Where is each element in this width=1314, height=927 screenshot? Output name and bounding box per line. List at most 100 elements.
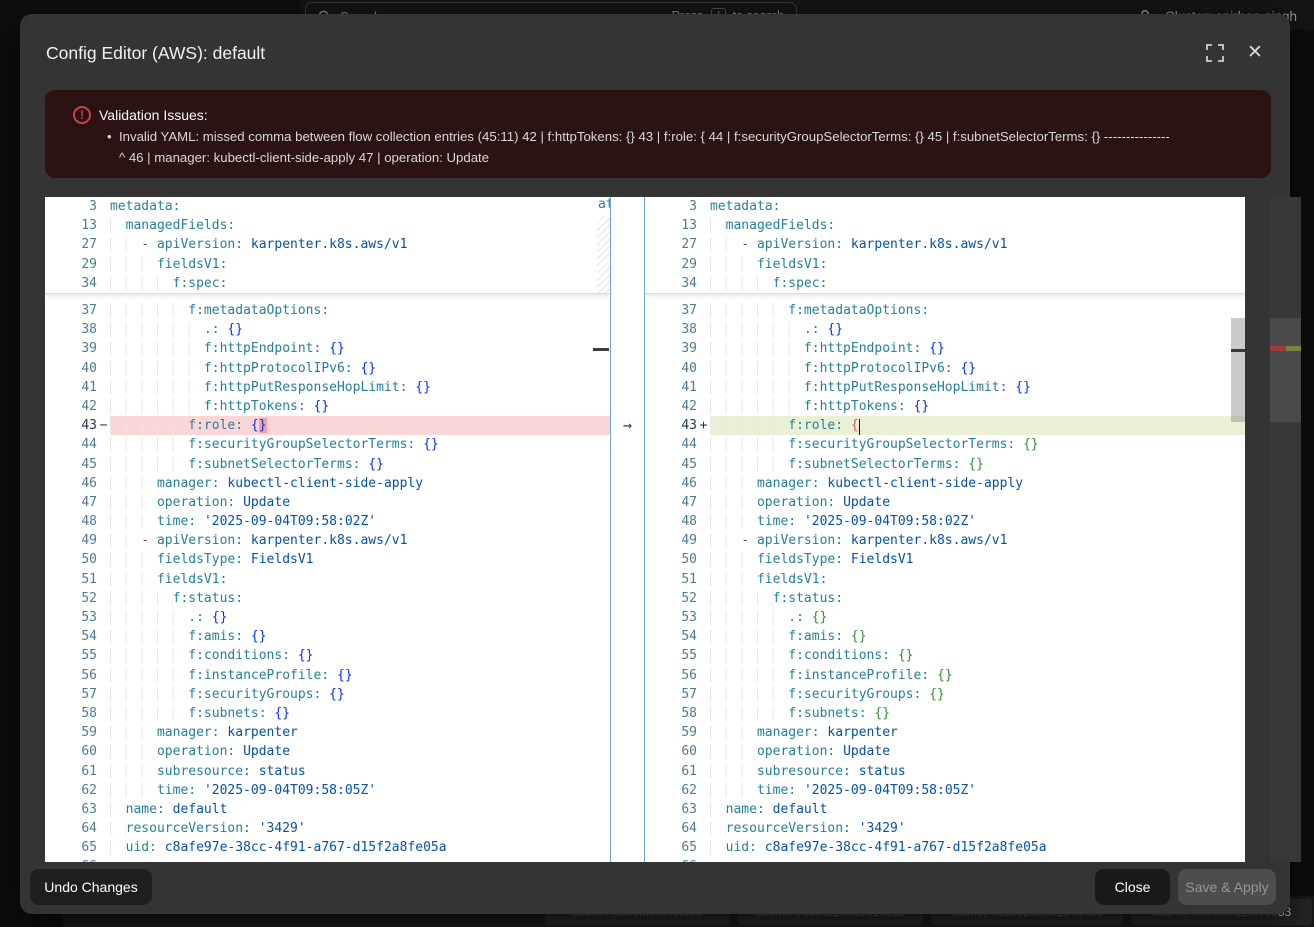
- validation-banner: ! Validation Issues: • Invalid YAML: mis…: [45, 90, 1271, 178]
- overview-viewport[interactable]: [1270, 318, 1301, 422]
- code-line[interactable]: 56 f:instanceProfile: {}: [45, 666, 610, 685]
- code-line[interactable]: 60 operation: Update: [645, 742, 1245, 761]
- code-text: manager: kubectl-client-side-apply: [110, 474, 610, 493]
- code-line[interactable]: 59 manager: karpenter: [645, 723, 1245, 742]
- code-line[interactable]: 62 time: '2025-09-04T09:58:05Z': [45, 781, 610, 800]
- line-number: 58: [645, 704, 697, 723]
- code-line[interactable]: 47 operation: Update: [645, 493, 1245, 512]
- code-line[interactable]: 45 f:subnetSelectorTerms: {}: [645, 455, 1245, 474]
- revert-change-arrow-icon[interactable]: →: [611, 416, 644, 435]
- fullscreen-button[interactable]: [1205, 44, 1225, 64]
- code-line[interactable]: 53 .: {}: [45, 608, 610, 627]
- code-line[interactable]: 44 f:securityGroupSelectorTerms: {}: [45, 435, 610, 454]
- code-line[interactable]: 52 f:status:: [45, 589, 610, 608]
- code-line[interactable]: 57 f:securityGroups: {}: [45, 685, 610, 704]
- code-line[interactable]: 3metadata:: [45, 197, 610, 216]
- code-line[interactable]: 54 f:amis: {}: [45, 627, 610, 646]
- code-line[interactable]: 47 operation: Update: [45, 493, 610, 512]
- modified-pane[interactable]: 3metadata:13 managedFields:27 - apiVersi…: [645, 197, 1245, 862]
- code-line[interactable]: 55 f:conditions: {}: [45, 646, 610, 665]
- code-line[interactable]: 3metadata:: [645, 197, 1245, 216]
- code-line[interactable]: 41 f:httpPutResponseHopLimit: {}: [645, 378, 1245, 397]
- code-line[interactable]: 58 f:subnets: {}: [45, 704, 610, 723]
- line-number: 34: [645, 274, 697, 293]
- code-line[interactable]: 66spec:: [45, 857, 610, 862]
- scroll-position-marker: [1231, 349, 1245, 352]
- code-line[interactable]: 44 f:securityGroupSelectorTerms: {}: [645, 435, 1245, 454]
- code-line[interactable]: 50 fieldsType: FieldsV1: [45, 550, 610, 569]
- code-line[interactable]: 38 .: {}: [45, 320, 610, 339]
- code-line[interactable]: 64 resourceVersion: '3429': [45, 819, 610, 838]
- code-line[interactable]: 42 f:httpTokens: {}: [645, 397, 1245, 416]
- code-line[interactable]: 37 f:metadataOptions:: [45, 301, 610, 320]
- code-line[interactable]: 66spec:: [645, 857, 1245, 862]
- code-line[interactable]: 63 name: default: [45, 800, 610, 819]
- code-line[interactable]: 40 f:httpProtocolIPv6: {}: [645, 359, 1245, 378]
- diff-line-marker: [697, 685, 710, 704]
- code-line[interactable]: 49 - apiVersion: karpenter.k8s.aws/v1: [45, 531, 610, 550]
- code-line[interactable]: 37 f:metadataOptions:: [645, 301, 1245, 320]
- code-line[interactable]: 57 f:securityGroups: {}: [645, 685, 1245, 704]
- code-line[interactable]: 61 subresource: status: [45, 762, 610, 781]
- code-line[interactable]: 56 f:instanceProfile: {}: [645, 666, 1245, 685]
- code-line[interactable]: 27 - apiVersion: karpenter.k8s.aws/v1: [45, 235, 610, 254]
- code-line[interactable]: 58 f:subnets: {}: [645, 704, 1245, 723]
- code-line[interactable]: 54 f:amis: {}: [645, 627, 1245, 646]
- code-line[interactable]: 39 f:httpEndpoint: {}: [45, 339, 610, 358]
- code-line[interactable]: 13 managedFields:: [645, 216, 1245, 235]
- code-line[interactable]: 53 .: {}: [645, 608, 1245, 627]
- code-line[interactable]: 59 manager: karpenter: [45, 723, 610, 742]
- line-number: 29: [645, 255, 697, 274]
- code-line[interactable]: 40 f:httpProtocolIPv6: {}: [45, 359, 610, 378]
- code-line[interactable]: 52 f:status:: [645, 589, 1245, 608]
- code-line[interactable]: 62 time: '2025-09-04T09:58:05Z': [645, 781, 1245, 800]
- left-code-body[interactable]: 37 f:metadataOptions:38 .: {}39 f:httpEn…: [45, 294, 610, 862]
- code-line[interactable]: 61 subresource: status: [645, 762, 1245, 781]
- code-line[interactable]: 64 resourceVersion: '3429': [645, 819, 1245, 838]
- code-line[interactable]: 55 f:conditions: {}: [645, 646, 1245, 665]
- original-pane[interactable]: 3metadata:13 managedFields:27 - apiVersi…: [45, 197, 610, 862]
- code-line[interactable]: 27 - apiVersion: karpenter.k8s.aws/v1: [645, 235, 1245, 254]
- code-text: subresource: status: [710, 762, 1245, 781]
- code-line[interactable]: 50 fieldsType: FieldsV1: [645, 550, 1245, 569]
- code-line[interactable]: 48 time: '2025-09-04T09:58:02Z': [645, 512, 1245, 531]
- code-line[interactable]: 29 fieldsV1:: [45, 255, 610, 274]
- footer-close-button[interactable]: Close: [1095, 869, 1170, 905]
- code-line[interactable]: 65 uid: c8afe97e-38cc-4f91-a767-d15f2a8f…: [645, 838, 1245, 857]
- code-line[interactable]: 39 f:httpEndpoint: {}: [645, 339, 1245, 358]
- code-line[interactable]: 46 manager: kubectl-client-side-apply: [45, 474, 610, 493]
- right-code-body[interactable]: 37 f:metadataOptions:38 .: {}39 f:httpEn…: [645, 294, 1245, 862]
- vertical-scrollbar[interactable]: [1231, 318, 1245, 422]
- code-line[interactable]: 60 operation: Update: [45, 742, 610, 761]
- code-line[interactable]: 13 managedFields:: [45, 216, 610, 235]
- diff-line-marker: [697, 781, 710, 800]
- code-line[interactable]: 42 f:httpTokens: {}: [45, 397, 610, 416]
- diff-line-marker: [697, 235, 710, 254]
- code-line[interactable]: 49 - apiVersion: karpenter.k8s.aws/v1: [645, 531, 1245, 550]
- code-line[interactable]: 43− f:role: {}: [45, 416, 610, 435]
- undo-changes-button[interactable]: Undo Changes: [30, 869, 152, 905]
- code-line[interactable]: 43+ f:role: {: [645, 416, 1245, 435]
- code-line[interactable]: 34 f:spec:: [45, 274, 610, 293]
- code-line[interactable]: 38 .: {}: [645, 320, 1245, 339]
- line-number: 13: [645, 216, 697, 235]
- code-line[interactable]: 48 time: '2025-09-04T09:58:02Z': [45, 512, 610, 531]
- diff-line-marker: [97, 397, 110, 416]
- save-apply-button[interactable]: Save & Apply: [1178, 869, 1276, 905]
- code-line[interactable]: 41 f:httpPutResponseHopLimit: {}: [45, 378, 610, 397]
- code-line[interactable]: 34 f:spec:: [645, 274, 1245, 293]
- code-text: f:subnetSelectorTerms: {}: [710, 455, 1245, 474]
- code-line[interactable]: 65 uid: c8afe97e-38cc-4f91-a767-d15f2a8f…: [45, 838, 610, 857]
- code-text: .: {}: [110, 608, 610, 627]
- validation-message-line2: ^ 46 | manager: kubectl-client-side-appl…: [119, 150, 489, 165]
- diff-line-marker: [97, 646, 110, 665]
- diff-editor[interactable]: 3metadata:13 managedFields:27 - apiVersi…: [45, 197, 1245, 862]
- close-button[interactable]: ✕: [1244, 42, 1266, 64]
- code-line[interactable]: 63 name: default: [645, 800, 1245, 819]
- code-text: - apiVersion: karpenter.k8s.aws/v1: [710, 235, 1245, 254]
- code-line[interactable]: 46 manager: kubectl-client-side-apply: [645, 474, 1245, 493]
- code-line[interactable]: 29 fieldsV1:: [645, 255, 1245, 274]
- code-line[interactable]: 51 fieldsV1:: [645, 570, 1245, 589]
- code-line[interactable]: 51 fieldsV1:: [45, 570, 610, 589]
- code-line[interactable]: 45 f:subnetSelectorTerms: {}: [45, 455, 610, 474]
